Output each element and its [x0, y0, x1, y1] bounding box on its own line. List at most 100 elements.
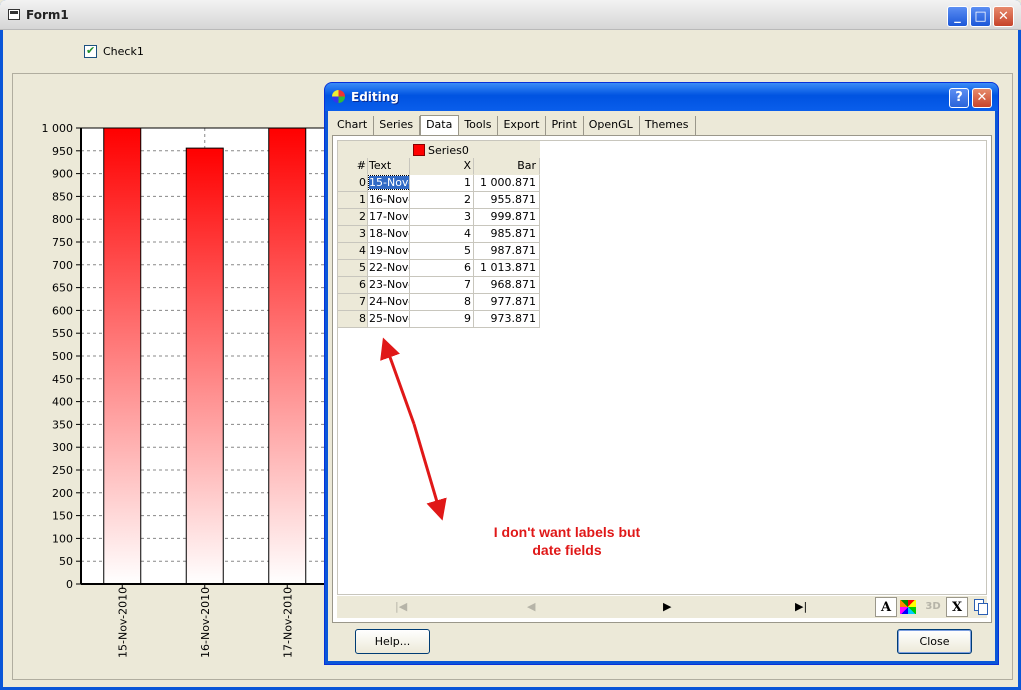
cell-text[interactable]: 25-Nov- — [368, 311, 410, 328]
column-header-x[interactable]: X — [410, 158, 474, 175]
bar[interactable] — [268, 127, 307, 585]
table-row[interactable]: 2 17-Nov- 3 999.871 — [338, 209, 540, 226]
table-row[interactable]: 1 16-Nov- 2 955.871 — [338, 192, 540, 209]
cell-x[interactable]: 4 — [410, 226, 474, 243]
cell-num: 1 — [338, 192, 368, 209]
annotation-text: I don't want labels but date fields — [472, 523, 662, 559]
cell-bar[interactable]: 973.871 — [474, 311, 540, 328]
close-dialog-button[interactable]: Close — [897, 629, 972, 654]
grid-header-row: # Text X Bar — [338, 158, 540, 175]
editing-titlebar[interactable]: Editing ? ✕ — [325, 83, 998, 111]
teechart-icon — [332, 90, 345, 103]
table-row[interactable]: 8 25-Nov- 9 973.871 — [338, 311, 540, 328]
series-color-swatch[interactable] — [413, 144, 425, 156]
y-tick-label: 650 — [52, 282, 73, 295]
table-row[interactable]: 3 18-Nov- 4 985.871 — [338, 226, 540, 243]
next-record-icon[interactable]: ▶ — [663, 600, 671, 613]
table-row[interactable]: 0 15-Nov- 1 1 000.871 — [338, 175, 540, 192]
y-tick-label: 300 — [52, 441, 73, 454]
three-d-icon[interactable]: 3D — [922, 597, 944, 617]
selected-cell-text[interactable]: 15-Nov- — [368, 175, 409, 190]
table-row[interactable]: 5 22-Nov- 6 1 013.871 — [338, 260, 540, 277]
tab-chart[interactable]: Chart — [332, 116, 375, 135]
series-header: Series0 — [338, 141, 540, 159]
cell-x[interactable]: 6 — [410, 260, 474, 277]
y-tick-label: 150 — [52, 510, 73, 523]
cell-num: 4 — [338, 243, 368, 260]
table-row[interactable]: 7 24-Nov- 8 977.871 — [338, 294, 540, 311]
checkbox-checked-icon[interactable] — [84, 44, 97, 58]
cell-bar[interactable]: 977.871 — [474, 294, 540, 311]
cell-bar[interactable]: 1 000.871 — [474, 175, 540, 192]
prev-record-icon[interactable]: ◀ — [527, 600, 535, 613]
cell-bar[interactable]: 955.871 — [474, 192, 540, 209]
font-icon[interactable]: A — [875, 597, 897, 617]
tab-tools[interactable]: Tools — [459, 116, 499, 135]
form1-titlebar[interactable]: Form1 _ □ ✕ — [0, 0, 1021, 30]
cell-x[interactable]: 8 — [410, 294, 474, 311]
copy-icon[interactable] — [969, 597, 991, 617]
cell-x[interactable]: 1 — [410, 175, 474, 192]
cell-x[interactable]: 7 — [410, 277, 474, 294]
cell-text[interactable]: 16-Nov- — [368, 192, 410, 209]
bar[interactable] — [103, 127, 142, 585]
cell-text[interactable]: 22-Nov- — [368, 260, 410, 277]
y-tick-label: 850 — [52, 190, 73, 203]
x-tick-label: 16-Nov-2010 — [199, 587, 212, 658]
last-record-icon[interactable]: ▶| — [795, 600, 807, 613]
first-record-icon[interactable]: |◀ — [395, 600, 407, 613]
column-header-text[interactable]: Text — [368, 158, 410, 175]
cell-text[interactable]: 18-Nov- — [368, 226, 410, 243]
help-icon[interactable]: ? — [949, 88, 969, 108]
y-tick-label: 750 — [52, 236, 73, 249]
tab-themes[interactable]: Themes — [640, 116, 696, 135]
y-tick-label: 400 — [52, 396, 73, 409]
cell-bar[interactable]: 987.871 — [474, 243, 540, 260]
cell-x[interactable]: 5 — [410, 243, 474, 260]
y-tick-label: 450 — [52, 373, 73, 386]
cell-text[interactable]: 15-Nov- — [368, 175, 410, 192]
maximize-button[interactable]: □ — [970, 6, 991, 27]
annotation-line2: date fields — [532, 542, 602, 558]
cell-bar[interactable]: 985.871 — [474, 226, 540, 243]
tab-export[interactable]: Export — [498, 116, 547, 135]
tab-opengl[interactable]: OpenGL — [584, 116, 640, 135]
cell-bar[interactable]: 999.871 — [474, 209, 540, 226]
x-tick-label: 17-Nov-2010 — [281, 587, 294, 658]
cell-x[interactable]: 9 — [410, 311, 474, 328]
cell-text[interactable]: 19-Nov- — [368, 243, 410, 260]
minimize-button[interactable]: _ — [947, 6, 968, 27]
y-tick-label: 100 — [52, 532, 73, 545]
table-row[interactable]: 6 23-Nov- 7 968.871 — [338, 277, 540, 294]
close-icon[interactable]: ✕ — [972, 88, 992, 108]
tab-data[interactable]: Data — [420, 115, 460, 136]
bar-chart: 1 00095090085080075070065060055050045040… — [42, 122, 333, 658]
cell-bar[interactable]: 968.871 — [474, 277, 540, 294]
tab-strip: Chart Series Data Tools Export Print OpenGL The… — [332, 115, 696, 136]
cell-x[interactable]: 2 — [410, 192, 474, 209]
y-tick-label: 600 — [52, 304, 73, 317]
help-button[interactable]: Help... — [355, 629, 430, 654]
cell-text[interactable]: 24-Nov- — [368, 294, 410, 311]
cell-bar[interactable]: 1 013.871 — [474, 260, 540, 277]
data-grid-area[interactable]: Series0 # Text X Bar 0 15-Nov- 1 1 000.871 1 16-N… — [337, 140, 987, 595]
tab-print[interactable]: Print — [546, 116, 584, 135]
tab-series[interactable]: Series — [374, 116, 421, 135]
editing-client-area: Chart Series Data Tools Export Print OpenGL The… — [328, 111, 995, 661]
x-values-icon[interactable]: X — [946, 597, 968, 617]
y-tick-label: 350 — [52, 418, 73, 431]
check1-checkbox[interactable]: Check1 — [84, 44, 144, 58]
cell-text[interactable]: 23-Nov- — [368, 277, 410, 294]
y-tick-label: 200 — [52, 487, 73, 500]
color-palette-icon[interactable] — [897, 597, 919, 617]
column-header-num[interactable]: # — [338, 158, 368, 175]
table-row[interactable]: 4 19-Nov- 5 987.871 — [338, 243, 540, 260]
dialog-title: Editing — [351, 90, 399, 104]
check1-label: Check1 — [103, 45, 144, 58]
column-header-bar[interactable]: Bar — [474, 158, 540, 175]
series-name: Series0 — [428, 144, 469, 157]
bar[interactable] — [185, 147, 224, 585]
close-button[interactable]: ✕ — [993, 6, 1014, 27]
cell-text[interactable]: 17-Nov- — [368, 209, 410, 226]
cell-x[interactable]: 3 — [410, 209, 474, 226]
